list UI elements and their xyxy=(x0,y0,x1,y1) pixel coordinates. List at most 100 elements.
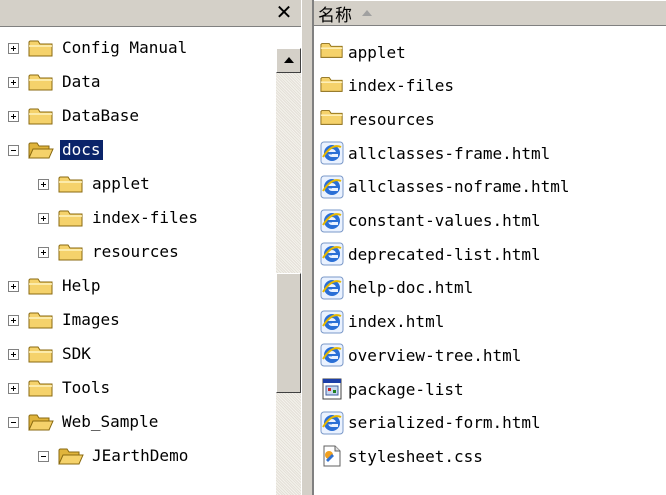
ie-html-icon xyxy=(320,141,344,165)
tree-item-label: SDK xyxy=(62,344,91,363)
tree-item-label: Web_Sample xyxy=(62,412,159,431)
tree-item[interactable]: Tools xyxy=(8,371,112,405)
tree-item[interactable]: DataBase xyxy=(8,99,141,133)
file-list-item[interactable]: index-files xyxy=(320,70,454,102)
expand-icon[interactable] xyxy=(8,110,19,122)
file-name: applet xyxy=(348,42,406,62)
expand-icon[interactable] xyxy=(38,246,49,258)
expand-icon[interactable] xyxy=(8,314,19,326)
tree-item[interactable]: JEarthDemo xyxy=(38,439,190,473)
tree-item[interactable]: applet xyxy=(38,167,152,201)
folder-open-icon xyxy=(28,140,54,160)
sort-ascending-icon xyxy=(362,10,372,16)
expand-icon[interactable] xyxy=(38,178,49,190)
folder-icon xyxy=(320,40,344,64)
file-name: help-doc.html xyxy=(348,278,474,298)
column-header-label: 名称 xyxy=(318,5,352,26)
tree-item-label: Images xyxy=(62,310,120,329)
file-name: allclasses-noframe.html xyxy=(348,177,570,197)
folder-icon xyxy=(28,72,54,92)
ie-html-icon xyxy=(320,175,344,199)
folder-icon xyxy=(58,208,84,228)
expand-icon[interactable] xyxy=(8,42,19,54)
tree-item-label: resources xyxy=(92,242,179,261)
expand-icon[interactable] xyxy=(8,76,19,88)
css-file-icon xyxy=(320,444,344,468)
ie-html-icon xyxy=(320,343,344,367)
folder-tree-pane: ✕ Config Manual Data DataBase docs applet ind… xyxy=(0,0,301,495)
generic-file-icon xyxy=(320,377,344,401)
file-list-item[interactable]: resources xyxy=(320,103,435,135)
file-list-item[interactable]: stylesheet.css xyxy=(320,440,483,472)
file-name: package-list xyxy=(348,379,464,399)
folder-icon xyxy=(28,106,54,126)
tree-item-label: Data xyxy=(62,72,101,91)
ie-html-icon xyxy=(320,209,344,233)
file-list-item[interactable]: constant-values.html xyxy=(320,205,541,237)
file-name: constant-values.html xyxy=(348,211,541,230)
expand-icon[interactable] xyxy=(8,280,19,292)
folder-icon xyxy=(58,174,84,194)
collapse-icon[interactable] xyxy=(8,144,19,156)
tree-item[interactable]: Config Manual xyxy=(8,31,189,65)
expand-icon[interactable] xyxy=(8,348,19,360)
expand-icon[interactable] xyxy=(38,212,49,224)
file-name: overview-tree.html xyxy=(348,345,522,365)
collapse-icon[interactable] xyxy=(8,416,19,428)
folder-icon xyxy=(320,107,344,131)
file-name: index.html xyxy=(348,312,445,332)
tree-item[interactable]: Help xyxy=(8,269,103,303)
folder-icon xyxy=(28,344,54,364)
column-header-name[interactable]: 名称 xyxy=(314,0,666,26)
tree-item-label: applet xyxy=(92,174,150,193)
pane-splitter[interactable] xyxy=(301,0,314,495)
ie-html-icon xyxy=(320,310,344,334)
file-list-pane: 名称 applet index-files resources allclasses-… xyxy=(314,0,666,495)
file-list-item[interactable]: allclasses-noframe.html xyxy=(320,171,570,203)
collapse-icon[interactable] xyxy=(38,450,49,462)
ie-html-icon xyxy=(320,411,344,435)
tree-item[interactable]: SDK xyxy=(8,337,93,371)
file-name: serialized-form.html xyxy=(348,413,541,433)
tree-item[interactable]: Data xyxy=(8,65,103,99)
tree-item[interactable]: docs xyxy=(8,133,103,167)
folder-open-icon xyxy=(28,412,54,432)
expand-icon[interactable] xyxy=(8,382,19,394)
folder-icon xyxy=(320,74,344,98)
file-list-item[interactable]: overview-tree.html xyxy=(320,339,521,371)
folder-icon xyxy=(28,38,54,58)
tree-item-label: Tools xyxy=(62,378,111,397)
ie-html-icon xyxy=(320,242,344,266)
ie-html-icon xyxy=(320,276,344,300)
folder-icon xyxy=(28,310,54,330)
tree-item-label: JEarthDemo xyxy=(92,446,189,465)
folder-pane-header: ✕ xyxy=(0,0,301,27)
file-list-item[interactable]: allclasses-frame.html xyxy=(320,137,550,169)
scroll-thumb[interactable] xyxy=(276,273,301,393)
folder-icon xyxy=(28,378,54,398)
file-list-item[interactable]: deprecated-list.html xyxy=(320,238,541,270)
file-list-item[interactable]: index.html xyxy=(320,306,444,338)
close-pane-button[interactable]: ✕ xyxy=(275,1,293,23)
tree-item-label: docs xyxy=(60,140,103,160)
tree-item-label: Help xyxy=(62,276,101,295)
folder-icon xyxy=(58,242,84,262)
scroll-up-button[interactable] xyxy=(276,48,301,73)
file-list-item[interactable]: help-doc.html xyxy=(320,272,473,304)
file-list-item[interactable]: applet xyxy=(320,36,406,68)
tree-item[interactable]: Images xyxy=(8,303,122,337)
folder-icon xyxy=(28,276,54,296)
file-list-item[interactable]: serialized-form.html xyxy=(320,407,541,439)
tree-vertical-scrollbar[interactable] xyxy=(276,48,301,495)
file-name: allclasses-frame.html xyxy=(348,143,551,163)
tree-item-label: DataBase xyxy=(62,106,140,125)
tree-item[interactable]: resources xyxy=(38,235,181,269)
tree-item-label: index-files xyxy=(92,208,198,227)
folder-open-icon xyxy=(58,446,84,466)
tree-item[interactable]: index-files xyxy=(38,201,200,235)
file-name: index-files xyxy=(348,76,454,96)
file-list-item[interactable]: package-list xyxy=(320,373,464,405)
file-name: stylesheet.css xyxy=(348,446,483,466)
tree-item[interactable]: Web_Sample xyxy=(8,405,160,439)
file-name: deprecated-list.html xyxy=(348,244,541,264)
